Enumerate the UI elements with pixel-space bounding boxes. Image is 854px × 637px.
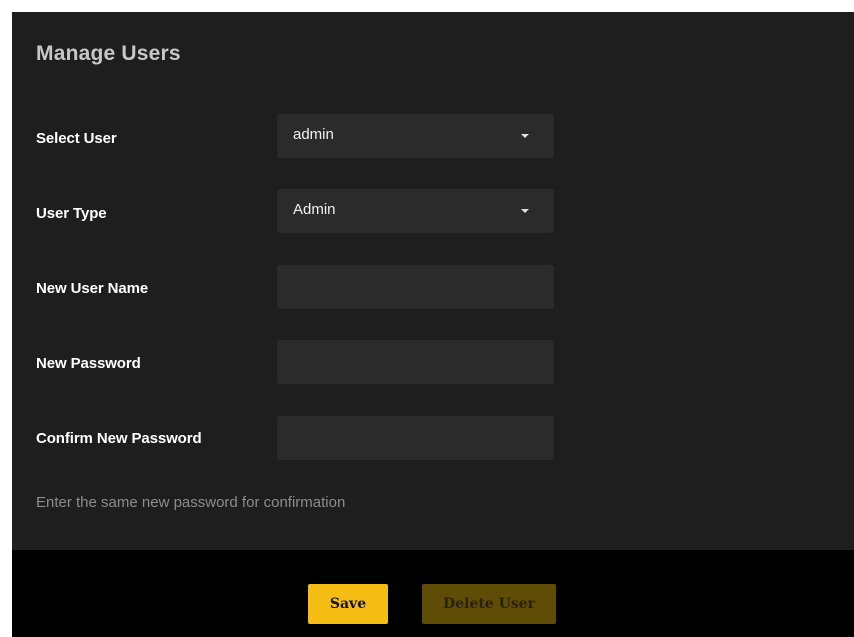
form-panel: Manage Users Select User admin User Type… bbox=[12, 12, 854, 550]
select-user-label: Select User bbox=[36, 130, 117, 147]
user-type-dropdown[interactable]: Admin bbox=[277, 189, 554, 233]
new-user-name-label: New User Name bbox=[36, 280, 149, 297]
new-user-name-input[interactable] bbox=[277, 265, 554, 309]
caret-down-icon bbox=[521, 134, 529, 138]
select-user-value: admin bbox=[293, 126, 334, 143]
select-user-dropdown[interactable]: admin bbox=[277, 114, 554, 158]
user-type-value: Admin bbox=[293, 201, 336, 218]
page-title: Manage Users bbox=[36, 42, 181, 65]
new-password-label: New Password bbox=[36, 355, 141, 372]
confirmation-hint: Enter the same new password for confirma… bbox=[36, 494, 346, 511]
delete-user-button[interactable]: Delete User bbox=[422, 584, 556, 624]
caret-down-icon bbox=[521, 209, 529, 213]
user-type-label: User Type bbox=[36, 205, 107, 222]
confirm-password-input[interactable] bbox=[277, 416, 554, 460]
confirm-password-label: Confirm New Password bbox=[36, 430, 202, 447]
new-password-input[interactable] bbox=[277, 340, 554, 384]
save-button[interactable]: Save bbox=[308, 584, 388, 624]
manage-users-window: Manage Users Select User admin User Type… bbox=[12, 12, 854, 637]
